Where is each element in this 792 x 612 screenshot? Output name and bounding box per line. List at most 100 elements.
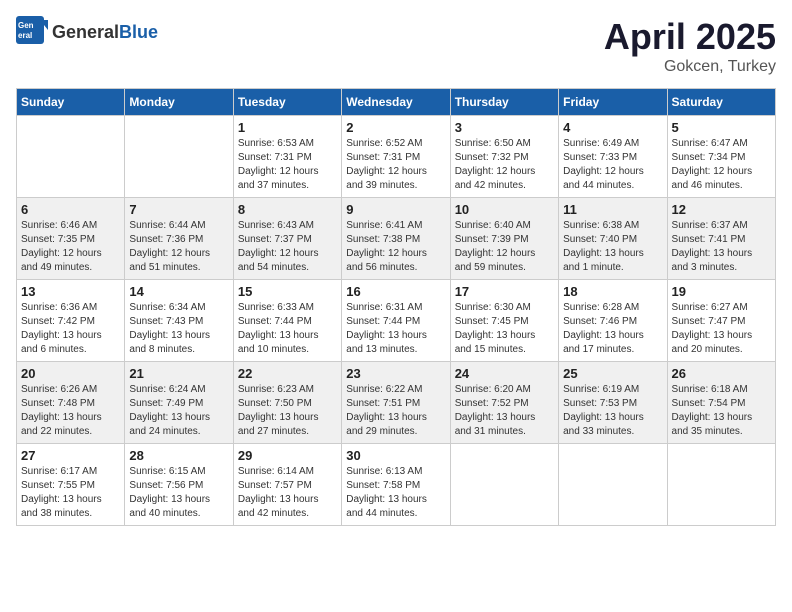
day-number: 18 bbox=[563, 284, 662, 299]
calendar-cell: 4Sunrise: 6:49 AM Sunset: 7:33 PM Daylig… bbox=[559, 116, 667, 198]
day-number: 12 bbox=[672, 202, 771, 217]
day-info: Sunrise: 6:44 AM Sunset: 7:36 PM Dayligh… bbox=[129, 219, 228, 275]
calendar-cell: 5 Sunrise: 6:47 AM Sunset: 7:34 PM Daylig… bbox=[667, 116, 775, 198]
day-info: Sunrise: 6:50 AM Sunset: 7:32 PM Dayligh… bbox=[455, 137, 554, 193]
calendar-cell: 10Sunrise: 6:40 AM Sunset: 7:39 PM Dayli… bbox=[450, 198, 558, 280]
calendar-cell: 11 Sunrise: 6:38 AM Sunset: 7:40 PM Dayli… bbox=[559, 198, 667, 280]
calendar-cell: 3 Sunrise: 6:50 AM Sunset: 7:32 PM Daylig… bbox=[450, 116, 558, 198]
weekday-header-saturday: Saturday bbox=[667, 89, 775, 116]
day-number: 13 bbox=[21, 284, 120, 299]
calendar-cell: 26Sunrise: 6:18 AM Sunset: 7:54 PM Dayli… bbox=[667, 362, 775, 444]
day-number: 9 bbox=[346, 202, 445, 217]
day-info: Sunrise: 6:53 AM Sunset: 7:31 PM Dayligh… bbox=[238, 137, 337, 193]
day-number: 19 bbox=[672, 284, 771, 299]
day-number: 29 bbox=[238, 448, 337, 463]
calendar-cell bbox=[559, 444, 667, 526]
day-info: Sunrise: 6:18 AM Sunset: 7:54 PM Dayligh… bbox=[672, 383, 771, 439]
svg-text:eral: eral bbox=[18, 31, 32, 40]
day-number: 15 bbox=[238, 284, 337, 299]
day-number: 6 bbox=[21, 202, 120, 217]
day-number: 2 bbox=[346, 120, 445, 135]
calendar-cell: 6 Sunrise: 6:46 AM Sunset: 7:35 PM Daylig… bbox=[17, 198, 125, 280]
day-info: Sunrise: 6:43 AM Sunset: 7:37 PM Dayligh… bbox=[238, 219, 337, 275]
calendar-cell: 14 Sunrise: 6:34 AM Sunset: 7:43 PM Dayli… bbox=[125, 280, 233, 362]
calendar-cell: 16 Sunrise: 6:31 AM Sunset: 7:44 PM Dayli… bbox=[342, 280, 450, 362]
day-number: 21 bbox=[129, 366, 228, 381]
calendar-table: SundayMondayTuesdayWednesdayThursdayFrid… bbox=[16, 88, 776, 526]
calendar-cell: 24Sunrise: 6:20 AM Sunset: 7:52 PM Dayli… bbox=[450, 362, 558, 444]
day-info: Sunrise: 6:47 AM Sunset: 7:34 PM Dayligh… bbox=[672, 137, 771, 193]
calendar-cell: 27 Sunrise: 6:17 AM Sunset: 7:55 PM Dayli… bbox=[17, 444, 125, 526]
day-info: Sunrise: 6:20 AM Sunset: 7:52 PM Dayligh… bbox=[455, 383, 554, 439]
day-info: Sunrise: 6:49 AM Sunset: 7:33 PM Dayligh… bbox=[563, 137, 662, 193]
calendar-cell: 1Sunrise: 6:53 AM Sunset: 7:31 PM Daylig… bbox=[233, 116, 341, 198]
day-number: 5 bbox=[672, 120, 771, 135]
day-info: Sunrise: 6:24 AM Sunset: 7:49 PM Dayligh… bbox=[129, 383, 228, 439]
calendar-cell bbox=[667, 444, 775, 526]
svg-text:Gen: Gen bbox=[18, 21, 34, 30]
calendar-week-row: 6 Sunrise: 6:46 AM Sunset: 7:35 PM Daylig… bbox=[17, 198, 776, 280]
day-info: Sunrise: 6:31 AM Sunset: 7:44 PM Dayligh… bbox=[346, 301, 445, 357]
day-info: Sunrise: 6:46 AM Sunset: 7:35 PM Dayligh… bbox=[21, 219, 120, 275]
day-number: 16 bbox=[346, 284, 445, 299]
weekday-header-friday: Friday bbox=[559, 89, 667, 116]
calendar-cell: 30 Sunrise: 6:13 AM Sunset: 7:58 PM Dayli… bbox=[342, 444, 450, 526]
day-info: Sunrise: 6:26 AM Sunset: 7:48 PM Dayligh… bbox=[21, 383, 120, 439]
day-info: Sunrise: 6:41 AM Sunset: 7:38 PM Dayligh… bbox=[346, 219, 445, 275]
weekday-header-sunday: Sunday bbox=[17, 89, 125, 116]
day-info: Sunrise: 6:52 AM Sunset: 7:31 PM Dayligh… bbox=[346, 137, 445, 193]
day-info: Sunrise: 6:37 AM Sunset: 7:41 PM Dayligh… bbox=[672, 219, 771, 275]
calendar-cell: 23 Sunrise: 6:22 AM Sunset: 7:51 PM Dayli… bbox=[342, 362, 450, 444]
calendar-cell bbox=[17, 116, 125, 198]
day-number: 14 bbox=[129, 284, 228, 299]
calendar-cell: 15Sunrise: 6:33 AM Sunset: 7:44 PM Dayli… bbox=[233, 280, 341, 362]
calendar-week-row: 27 Sunrise: 6:17 AM Sunset: 7:55 PM Dayli… bbox=[17, 444, 776, 526]
weekday-header-tuesday: Tuesday bbox=[233, 89, 341, 116]
day-number: 10 bbox=[455, 202, 554, 217]
calendar-cell: 9 Sunrise: 6:41 AM Sunset: 7:38 PM Daylig… bbox=[342, 198, 450, 280]
day-info: Sunrise: 6:34 AM Sunset: 7:43 PM Dayligh… bbox=[129, 301, 228, 357]
day-number: 28 bbox=[129, 448, 228, 463]
day-info: Sunrise: 6:22 AM Sunset: 7:51 PM Dayligh… bbox=[346, 383, 445, 439]
day-number: 25 bbox=[563, 366, 662, 381]
logo-blue: Blue bbox=[119, 22, 158, 42]
day-number: 17 bbox=[455, 284, 554, 299]
day-number: 3 bbox=[455, 120, 554, 135]
day-number: 7 bbox=[129, 202, 228, 217]
day-number: 27 bbox=[21, 448, 120, 463]
calendar-cell: 2 Sunrise: 6:52 AM Sunset: 7:31 PM Daylig… bbox=[342, 116, 450, 198]
calendar-header-row: SundayMondayTuesdayWednesdayThursdayFrid… bbox=[17, 89, 776, 116]
logo-general: General bbox=[52, 22, 119, 42]
day-info: Sunrise: 6:38 AM Sunset: 7:40 PM Dayligh… bbox=[563, 219, 662, 275]
day-info: Sunrise: 6:23 AM Sunset: 7:50 PM Dayligh… bbox=[238, 383, 337, 439]
day-number: 22 bbox=[238, 366, 337, 381]
day-info: Sunrise: 6:13 AM Sunset: 7:58 PM Dayligh… bbox=[346, 465, 445, 521]
calendar-cell: 29Sunrise: 6:14 AM Sunset: 7:57 PM Dayli… bbox=[233, 444, 341, 526]
day-info: Sunrise: 6:15 AM Sunset: 7:56 PM Dayligh… bbox=[129, 465, 228, 521]
page-header: Gen eral GeneralBlue April 2025 Gokcen, … bbox=[16, 16, 776, 76]
day-info: Sunrise: 6:36 AM Sunset: 7:42 PM Dayligh… bbox=[21, 301, 120, 357]
day-number: 8 bbox=[238, 202, 337, 217]
day-number: 11 bbox=[563, 202, 662, 217]
calendar-cell bbox=[125, 116, 233, 198]
calendar-cell bbox=[450, 444, 558, 526]
day-info: Sunrise: 6:28 AM Sunset: 7:46 PM Dayligh… bbox=[563, 301, 662, 357]
day-number: 30 bbox=[346, 448, 445, 463]
logo: Gen eral GeneralBlue bbox=[16, 16, 158, 49]
calendar-cell: 25 Sunrise: 6:19 AM Sunset: 7:53 PM Dayli… bbox=[559, 362, 667, 444]
calendar-cell: 8 Sunrise: 6:43 AM Sunset: 7:37 PM Daylig… bbox=[233, 198, 341, 280]
weekday-header-wednesday: Wednesday bbox=[342, 89, 450, 116]
calendar-cell: 22 Sunrise: 6:23 AM Sunset: 7:50 PM Dayli… bbox=[233, 362, 341, 444]
calendar-week-row: 1Sunrise: 6:53 AM Sunset: 7:31 PM Daylig… bbox=[17, 116, 776, 198]
day-number: 23 bbox=[346, 366, 445, 381]
calendar-cell: 7 Sunrise: 6:44 AM Sunset: 7:36 PM Daylig… bbox=[125, 198, 233, 280]
calendar-cell: 12 Sunrise: 6:37 AM Sunset: 7:41 PM Dayli… bbox=[667, 198, 775, 280]
calendar-cell: 13 Sunrise: 6:36 AM Sunset: 7:42 PM Dayli… bbox=[17, 280, 125, 362]
day-number: 20 bbox=[21, 366, 120, 381]
day-info: Sunrise: 6:19 AM Sunset: 7:53 PM Dayligh… bbox=[563, 383, 662, 439]
day-info: Sunrise: 6:17 AM Sunset: 7:55 PM Dayligh… bbox=[21, 465, 120, 521]
month-title: April 2025 bbox=[604, 16, 776, 58]
calendar-cell: 28 Sunrise: 6:15 AM Sunset: 7:56 PM Dayli… bbox=[125, 444, 233, 526]
calendar-cell: 17Sunrise: 6:30 AM Sunset: 7:45 PM Dayli… bbox=[450, 280, 558, 362]
logo-icon: Gen eral bbox=[16, 16, 48, 49]
